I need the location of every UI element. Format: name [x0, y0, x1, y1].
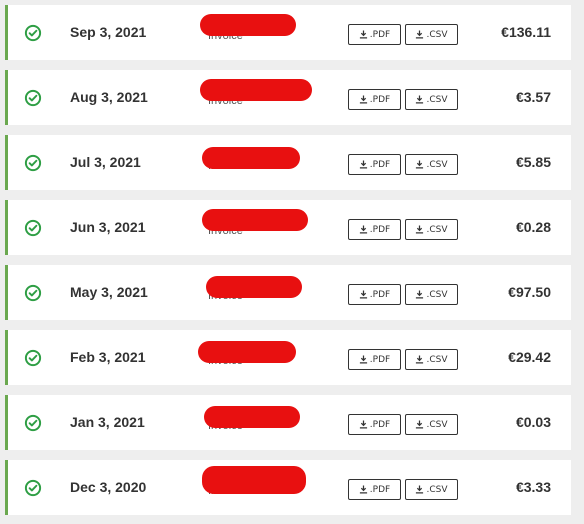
download-icon — [416, 355, 424, 364]
pdf-label: .PDF — [369, 419, 391, 430]
csv-label: .CSV — [426, 419, 448, 430]
download-icon — [359, 290, 367, 299]
redaction-mark — [198, 341, 296, 363]
invoice-row: Jan 3, 2021 Invoice .PDF .CSV €0.03 — [5, 395, 571, 450]
download-csv-button[interactable]: .CSV — [405, 284, 458, 305]
invoice-row: Feb 3, 2021 Invoice .PDF .CSV €29.42 — [5, 330, 571, 385]
redaction-mark — [206, 276, 302, 298]
check-circle-icon — [24, 89, 42, 107]
download-icon — [359, 485, 367, 494]
invoice-row: May 3, 2021 Invoice .PDF .CSV €97.50 — [5, 265, 571, 320]
csv-label: .CSV — [426, 159, 448, 170]
download-icon — [416, 225, 424, 234]
download-pdf-button[interactable]: .PDF — [348, 154, 401, 175]
csv-label: .CSV — [426, 94, 448, 105]
invoice-row: Aug 3, 2021 Invoice .PDF .CSV €3.57 — [5, 70, 571, 125]
pdf-label: .PDF — [369, 289, 391, 300]
pdf-label: .PDF — [369, 484, 391, 495]
invoice-amount: €3.33 — [515, 479, 551, 495]
download-csv-button[interactable]: .CSV — [405, 154, 458, 175]
invoice-amount: €3.57 — [515, 89, 551, 105]
csv-label: .CSV — [426, 484, 448, 495]
download-csv-button[interactable]: .CSV — [405, 414, 458, 435]
pdf-label: .PDF — [369, 29, 391, 40]
pdf-label: .PDF — [369, 159, 391, 170]
download-csv-button[interactable]: .CSV — [405, 89, 458, 110]
redaction-mark — [200, 79, 312, 101]
invoice-row: Jun 3, 2021 Invoice .PDF .CSV €0.28 — [5, 200, 571, 255]
redaction-mark — [200, 14, 296, 36]
download-icon — [416, 420, 424, 429]
csv-label: .CSV — [426, 354, 448, 365]
download-pdf-button[interactable]: .PDF — [348, 349, 401, 370]
check-circle-icon — [24, 154, 42, 172]
pdf-label: .PDF — [369, 224, 391, 235]
redaction-mark — [202, 466, 306, 494]
invoice-date: Jul 3, 2021 — [70, 154, 141, 170]
invoice-date: Jun 3, 2021 — [70, 219, 146, 235]
download-icon — [359, 355, 367, 364]
redaction-mark — [204, 406, 300, 428]
pdf-label: .PDF — [369, 94, 391, 105]
download-pdf-button[interactable]: .PDF — [348, 24, 401, 45]
download-icon — [416, 160, 424, 169]
invoice-date: Feb 3, 2021 — [70, 349, 146, 365]
download-csv-button[interactable]: .CSV — [405, 24, 458, 45]
redaction-mark — [202, 209, 308, 231]
download-icon — [416, 290, 424, 299]
invoice-date: Sep 3, 2021 — [70, 24, 147, 40]
csv-label: .CSV — [426, 224, 448, 235]
check-circle-icon — [24, 414, 42, 432]
download-pdf-button[interactable]: .PDF — [348, 414, 401, 435]
invoice-date: Dec 3, 2020 — [70, 479, 147, 495]
download-icon — [359, 225, 367, 234]
check-circle-icon — [24, 349, 42, 367]
invoice-amount: €136.11 — [501, 24, 551, 40]
check-circle-icon — [24, 219, 42, 237]
invoice-row: Sep 3, 2021 Invoice .PDF .CSV €136.11 — [5, 5, 571, 60]
pdf-label: .PDF — [369, 354, 391, 365]
invoice-list: Sep 3, 2021 Invoice .PDF .CSV €136.11 Au… — [0, 0, 584, 524]
download-icon — [416, 30, 424, 39]
redaction-mark — [202, 147, 300, 169]
invoice-amount: €0.28 — [515, 219, 551, 235]
csv-label: .CSV — [426, 29, 448, 40]
invoice-amount: €97.50 — [508, 284, 551, 300]
invoice-row: Jul 3, 2021 Invoice .PDF .CSV €5.85 — [5, 135, 571, 190]
invoice-row: Dec 3, 2020 Invoice .PDF .CSV €3.33 — [5, 460, 571, 515]
download-icon — [416, 95, 424, 104]
csv-label: .CSV — [426, 289, 448, 300]
download-pdf-button[interactable]: .PDF — [348, 284, 401, 305]
invoice-amount: €5.85 — [515, 154, 551, 170]
invoice-date: May 3, 2021 — [70, 284, 148, 300]
download-csv-button[interactable]: .CSV — [405, 219, 458, 240]
invoice-amount: €29.42 — [508, 349, 551, 365]
invoice-date: Aug 3, 2021 — [70, 89, 148, 105]
download-icon — [359, 160, 367, 169]
download-icon — [359, 95, 367, 104]
invoice-date: Jan 3, 2021 — [70, 414, 145, 430]
download-csv-button[interactable]: .CSV — [405, 479, 458, 500]
download-icon — [416, 485, 424, 494]
check-circle-icon — [24, 24, 42, 42]
download-pdf-button[interactable]: .PDF — [348, 219, 401, 240]
check-circle-icon — [24, 479, 42, 497]
download-icon — [359, 420, 367, 429]
download-pdf-button[interactable]: .PDF — [348, 89, 401, 110]
check-circle-icon — [24, 284, 42, 302]
download-csv-button[interactable]: .CSV — [405, 349, 458, 370]
invoice-amount: €0.03 — [515, 414, 551, 430]
download-pdf-button[interactable]: .PDF — [348, 479, 401, 500]
download-icon — [359, 30, 367, 39]
